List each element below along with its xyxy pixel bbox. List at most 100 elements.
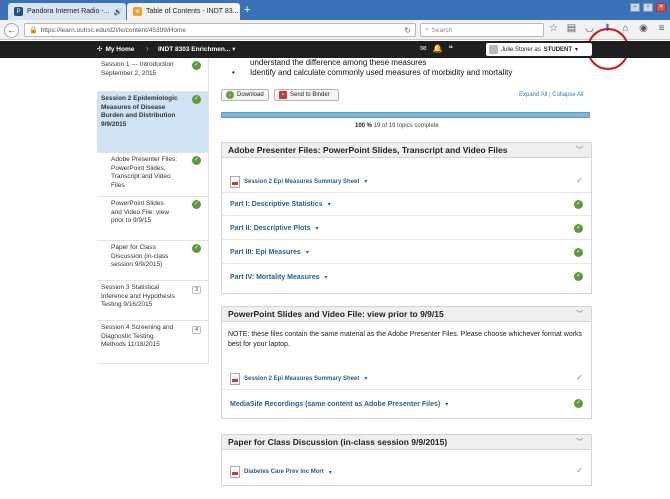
topic-item[interactable]: Session 2 Epi Measures Summary Sheet ▾ ✓ <box>222 368 591 390</box>
nav-session-1[interactable]: Session 1 --- Introduction September 2, … <box>97 58 209 92</box>
topic-item[interactable]: MediaSite Recordings (same content as Ad… <box>222 393 591 415</box>
caret-down-icon[interactable]: ▾ <box>316 225 319 232</box>
binder-label: Send to Binder <box>290 92 330 98</box>
download-button[interactable]: ↓ Download <box>221 89 269 101</box>
caret-down-icon[interactable]: ▾ <box>328 201 331 208</box>
topic-item[interactable]: Part III: Epi Measures ▾ ✓ <box>222 242 591 264</box>
topic-link[interactable]: Session 2 Epi Measures Summary Sheet <box>244 376 359 382</box>
tab-table-of-contents[interactable]: ★ Table of Contents - INDT 83... ✕ <box>127 3 240 20</box>
my-home-link[interactable]: ✣ My Home <box>97 45 135 54</box>
caret-down-icon[interactable]: ▾ <box>364 178 367 185</box>
chat-icon[interactable]: ◉ <box>638 23 649 34</box>
user-role: STUDENT <box>543 46 573 53</box>
collapse-chevron-icon[interactable]: ﹀ <box>576 145 583 155</box>
progress-text: 100 % 19 of 19 topics complete <box>355 123 439 129</box>
alert-icon[interactable]: 🔔 <box>433 44 443 53</box>
viewed-check-icon: ✓ <box>576 466 583 475</box>
topic-item[interactable]: Part IV: Mortality Measures ▾ ✓ <box>222 266 591 288</box>
viewed-check-icon: ✓ <box>576 176 583 185</box>
nav-session-4[interactable]: Session 4 Screening and Diagnostic Testi… <box>97 321 209 364</box>
module-adobe-presenter-files: Adobe Presenter Files: PowerPoint Slides… <box>221 142 592 294</box>
collapse-chevron-icon[interactable]: ﹀ <box>576 309 583 319</box>
pdf-file-icon <box>230 175 240 188</box>
topic-link[interactable]: Part III: Epi Measures <box>230 249 301 256</box>
topic-item[interactable]: Session 2 Epi Measures Summary Sheet ▾ ✓ <box>222 171 591 193</box>
topic-link[interactable]: Session 2 Epi Measures Summary Sheet <box>244 179 359 185</box>
topic-link[interactable]: Part I: Descriptive Statistics <box>230 201 323 208</box>
lock-icon: 🔒 <box>29 27 38 34</box>
course-label: INDT 8303 Enrichmen... <box>158 46 231 53</box>
tab-title: Table of Contents - INDT 83... <box>146 8 239 15</box>
topic-link[interactable]: Diabetes Care Prev Inc Mort <box>244 469 324 475</box>
link-separator: | <box>549 92 551 98</box>
caret-down-icon[interactable]: ▾ <box>306 249 309 256</box>
bookmark-star-icon[interactable]: ☆ <box>548 23 559 34</box>
send-to-binder-button[interactable]: ▪ Send to Binder <box>274 89 339 101</box>
search-input[interactable]: ⌕ Search <box>420 23 544 37</box>
search-icon: ⌕ <box>425 26 429 33</box>
maximize-icon[interactable]: ▫ <box>643 3 653 12</box>
expand-all-link[interactable]: Expand All <box>519 92 547 98</box>
subscription-icon[interactable]: ❝ <box>449 44 453 53</box>
complete-check-icon: ✓ <box>574 272 583 281</box>
topic-item[interactable]: Part II: Descriptive Plots ▾ ✓ <box>222 218 591 240</box>
browser-tab-bar: P Pandora Internet Radio -... 🔊 ✕ ★ Tabl… <box>0 0 670 20</box>
nav-item-label: Paper for Class Discussion (in-class ses… <box>111 244 169 269</box>
minimize-icon[interactable]: – <box>630 3 640 12</box>
collapse-chevron-icon[interactable]: ﹀ <box>576 437 583 447</box>
back-button[interactable]: ← <box>4 23 19 38</box>
address-bar[interactable]: 🔒 https://learn.ouhsc.edu/d2l/le/content… <box>24 23 416 37</box>
binder-icon: ▪ <box>279 91 287 99</box>
nav-paper-for-class[interactable]: Paper for Class Discussion (in-class ses… <box>97 241 209 281</box>
notification-icons: ✉ 🔔 ❝ <box>420 44 453 53</box>
viewed-check-icon: ✓ <box>576 373 583 382</box>
complete-check-icon: ✓ <box>574 200 583 209</box>
message-icon[interactable]: ✉ <box>420 44 427 53</box>
menu-icon[interactable]: ≡ <box>656 23 667 34</box>
complete-check-icon: ✓ <box>192 244 201 253</box>
pdf-file-icon <box>230 466 240 478</box>
module-title-text: Paper for Class Discussion (in-class ses… <box>228 437 448 447</box>
topic-link[interactable]: MediaSite Recordings (same content as Ad… <box>230 401 440 408</box>
close-window-icon[interactable]: ✕ <box>656 3 666 12</box>
nav-item-label: Adobe Presenter Files: PowerPoint Slides… <box>111 156 178 189</box>
my-home-label: My Home <box>105 45 135 53</box>
module-title[interactable]: Paper for Class Discussion (in-class ses… <box>222 435 591 450</box>
nav-item-label: PowerPoint Slides and Video File: view p… <box>111 200 170 225</box>
reload-icon[interactable]: ↻ <box>404 26 411 35</box>
nav-powerpoint-slides[interactable]: PowerPoint Slides and Video File: view p… <box>97 197 209 241</box>
pandora-icon: P <box>14 7 23 16</box>
objective-line: understand the difference among these me… <box>250 58 427 67</box>
unread-count-badge: 4 <box>192 326 201 334</box>
pdf-file-icon <box>230 372 240 385</box>
org-icon: ✣ <box>97 46 103 53</box>
topic-link[interactable]: Part II: Descriptive Plots <box>230 225 311 232</box>
nav-session-3[interactable]: Session 3 Statistical Inference and Hypo… <box>97 281 209 321</box>
bullet-icon: • <box>232 68 235 77</box>
new-tab-button[interactable]: + <box>244 4 250 16</box>
caret-down-icon: ▾ <box>575 47 579 53</box>
expand-collapse-links: Expand All | Collapse All <box>519 92 584 98</box>
progress-bar <box>221 112 590 118</box>
tab-title: Pandora Internet Radio -... <box>27 8 110 15</box>
reading-list-icon[interactable]: ▤ <box>566 23 577 34</box>
download-label: Download <box>237 92 264 98</box>
topic-item[interactable]: Part I: Descriptive Statistics ▾ ✓ <box>222 194 591 216</box>
speaker-icon[interactable]: 🔊 <box>114 8 123 16</box>
caret-down-icon[interactable]: ▾ <box>445 401 448 408</box>
user-menu[interactable]: Julie Stoner as STUDENT ▾ <box>486 43 592 56</box>
caret-down-icon[interactable]: ▾ <box>364 375 367 382</box>
topic-item[interactable]: Diabetes Care Prev Inc Mort ▾ ✓ <box>222 461 591 483</box>
module-title[interactable]: Adobe Presenter Files: PowerPoint Slides… <box>222 143 591 158</box>
collapse-all-link[interactable]: Collapse All <box>552 92 583 98</box>
tab-pandora[interactable]: P Pandora Internet Radio -... 🔊 ✕ <box>8 3 126 20</box>
nav-adobe-presenter-files[interactable]: Adobe Presenter Files: PowerPoint Slides… <box>97 153 209 197</box>
caret-down-icon[interactable]: ▾ <box>324 274 327 281</box>
caret-down-icon[interactable]: ▾ <box>329 469 332 476</box>
topic-link[interactable]: Part IV: Mortality Measures <box>230 274 319 281</box>
objective-line: • Identify and calculate commonly used me… <box>224 68 512 78</box>
nav-session-2[interactable]: Session 2 Epidemiologic Measures of Dise… <box>97 92 209 153</box>
course-selector[interactable]: INDT 8303 Enrichmen... ▾ <box>158 45 235 53</box>
download-circle-icon: ↓ <box>226 91 234 99</box>
module-title[interactable]: PowerPoint Slides and Video File: view p… <box>222 307 591 322</box>
